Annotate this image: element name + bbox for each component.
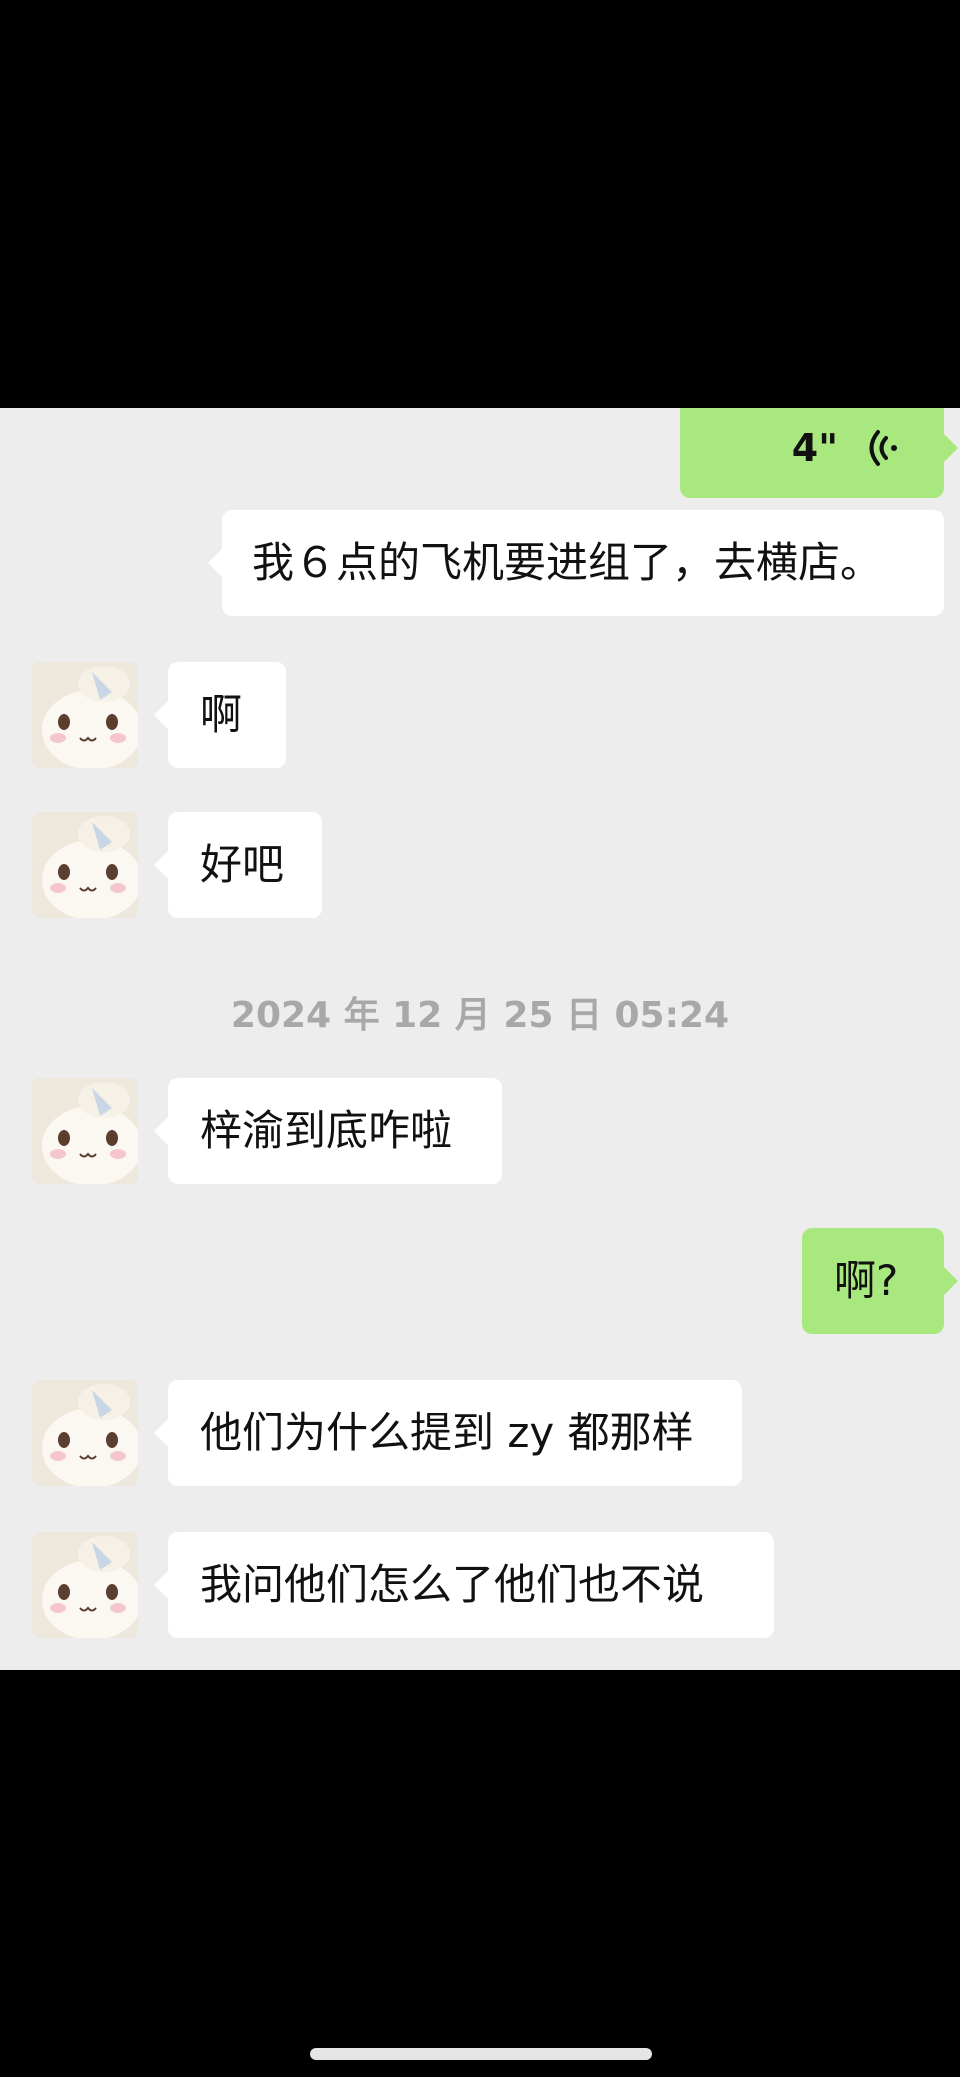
- message-text: 他们为什么提到 zy 都那样: [200, 1408, 694, 1457]
- home-indicator[interactable]: [310, 2048, 652, 2060]
- contact-avatar[interactable]: [32, 812, 138, 918]
- message-text: 我６点的飞机要进组了，去横店。: [252, 538, 883, 587]
- message-text: 啊?: [834, 1256, 899, 1305]
- avatar-image: [32, 1532, 138, 1638]
- timestamp-divider: 2024 年 12 月 25 日 05:24: [230, 995, 730, 1036]
- voice-duration: 4": [791, 426, 838, 470]
- message-text: 好吧: [200, 840, 285, 889]
- message-text: 梓渝到底咋啦: [200, 1106, 453, 1155]
- message-bubble-incoming[interactable]: 好吧: [154, 812, 322, 918]
- avatar-image: [32, 812, 138, 918]
- message-bubble-incoming[interactable]: 他们为什么提到 zy 都那样: [154, 1380, 742, 1486]
- message-text: 我问他们怎么了他们也不说: [200, 1560, 705, 1609]
- top-black-area: [0, 0, 960, 408]
- avatar-image: [32, 662, 138, 768]
- message-bubble-incoming[interactable]: 梓渝到底咋啦: [154, 1078, 502, 1184]
- voice-message-bubble[interactable]: 4": [680, 408, 958, 498]
- voice-wave-icon: [869, 430, 897, 466]
- bottom-black-area: [0, 1670, 960, 2077]
- chat-message-list[interactable]: 4" 我６点的飞机要进组了，去横店。 啊 好吧 2024 年 12 月 25 日…: [0, 408, 960, 1670]
- message-text: 啊: [200, 690, 243, 739]
- message-bubble-incoming[interactable]: 啊: [154, 662, 286, 768]
- message-bubble-incoming[interactable]: 我问他们怎么了他们也不说: [154, 1532, 774, 1638]
- avatar-image: [32, 1380, 138, 1486]
- message-bubble-outgoing[interactable]: 我６点的飞机要进组了，去横店。: [208, 510, 944, 616]
- contact-avatar[interactable]: [32, 1532, 138, 1638]
- contact-avatar[interactable]: [32, 662, 138, 768]
- message-bubble-outgoing[interactable]: 啊?: [802, 1228, 958, 1334]
- contact-avatar[interactable]: [32, 1380, 138, 1486]
- contact-avatar[interactable]: [32, 1078, 138, 1184]
- avatar-image: [32, 1078, 138, 1184]
